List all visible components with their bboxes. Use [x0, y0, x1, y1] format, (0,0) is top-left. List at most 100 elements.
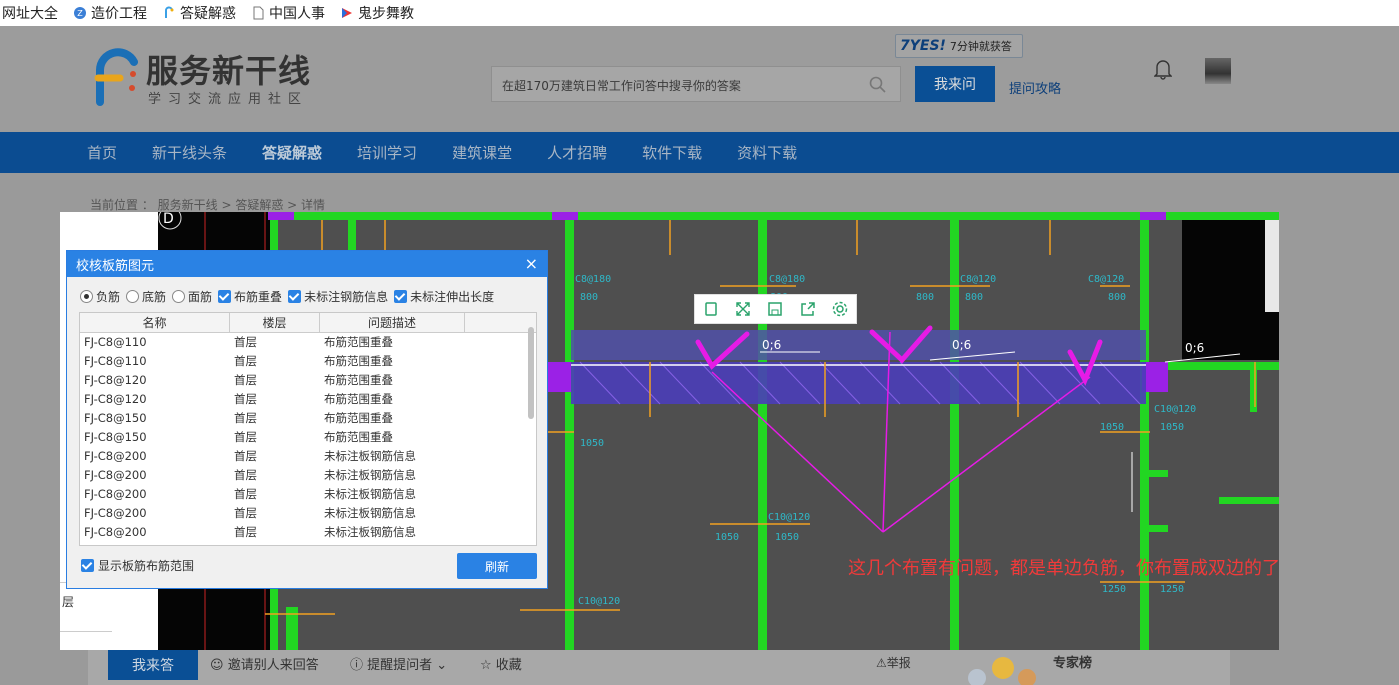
- tips-link[interactable]: 提问攻略: [1009, 78, 1061, 97]
- report-link[interactable]: ⚠举报: [876, 654, 911, 671]
- search-input[interactable]: 在超170万建筑日常工作问答中搜寻你的答案: [491, 66, 901, 102]
- row-floor: 首层: [234, 468, 257, 482]
- bell-icon[interactable]: [1154, 58, 1172, 80]
- rebar-mark: 0;6: [952, 338, 971, 352]
- row-floor: 首层: [234, 525, 257, 539]
- rebar-mark: 0;6: [1185, 341, 1204, 355]
- check-rebar-dialog: 校核板筋图元 × 负筋 底筋 面筋 布筋重叠 未标注钢筋信息 未标注伸出长度 名…: [66, 250, 548, 589]
- rebar-label: C8@180: [769, 274, 805, 285]
- tablet-icon[interactable]: [703, 301, 719, 317]
- row-name: FJ-C8@120: [84, 373, 147, 387]
- rebar-label: C10@120: [578, 596, 620, 607]
- view-toolbar: [694, 294, 857, 324]
- bookmark-item[interactable]: 答疑解惑: [162, 3, 236, 23]
- search-placeholder: 在超170万建筑日常工作问答中搜寻你的答案: [502, 79, 741, 93]
- radio-bottom[interactable]: [126, 290, 140, 303]
- row-issue: 未标注板钢筋信息: [324, 468, 416, 482]
- svg-text:Z: Z: [77, 9, 83, 18]
- table-row[interactable]: FJ-C8@120 首层 布筋范围重叠: [80, 390, 536, 409]
- table-row[interactable]: FJ-C8@110 首层 布筋范围重叠: [80, 352, 536, 371]
- checkbox-show-range[interactable]: [81, 559, 94, 572]
- row-issue: 未标注板钢筋信息: [324, 506, 416, 520]
- bookmark-item[interactable]: 网址大全: [2, 3, 58, 23]
- radio-top[interactable]: [172, 290, 186, 303]
- nav-item-home[interactable]: 首页: [87, 142, 117, 163]
- refresh-button[interactable]: 刷新: [457, 553, 537, 579]
- bookmark-item[interactable]: 中国人事: [251, 3, 325, 23]
- star-icon: ☆: [480, 658, 492, 673]
- dimension-label: 800: [916, 292, 934, 303]
- avatar[interactable]: [1205, 58, 1231, 84]
- annotation-text: 这几个布置有问题，都是单边负筋，你布置成双边的了: [848, 558, 1280, 579]
- table-row[interactable]: FJ-C8@110 首层 布筋范围重叠: [80, 333, 536, 352]
- colorful-f-icon: [165, 6, 174, 18]
- show-range-option[interactable]: 显示板筋布筋范围: [81, 557, 194, 574]
- row-floor: 首层: [234, 487, 257, 501]
- dimension-label: 1250: [1102, 584, 1126, 595]
- bookmark-item[interactable]: 鬼步舞教: [340, 3, 414, 23]
- table-row[interactable]: FJ-C8@200 首层 未标注板钢筋信息: [80, 466, 536, 485]
- nav-item-software[interactable]: 软件下载: [642, 142, 702, 163]
- main-nav: 首页 新干线头条 答疑解惑 培训学习 建筑课堂 人才招聘 软件下载 资料下载: [0, 132, 1399, 173]
- dimension-label: 1050: [775, 532, 799, 543]
- logo-mark-icon: [94, 48, 138, 106]
- row-name: FJ-C8@110: [84, 335, 147, 349]
- site-header: 服务新干线 学习交流应用社区 7YES! 7分钟就获答 在超170万建筑日常工作…: [0, 26, 1399, 132]
- promo-brand: 7YES!: [900, 38, 946, 54]
- search-icon[interactable]: [869, 76, 886, 93]
- dialog-titlebar[interactable]: 校核板筋图元 ×: [67, 251, 547, 277]
- table-row[interactable]: FJ-C8@200 首层 未标注板钢筋信息: [80, 485, 536, 504]
- ask-button[interactable]: 我来问: [915, 66, 995, 102]
- nav-item-resources[interactable]: 资料下载: [737, 142, 797, 163]
- nav-item-training[interactable]: 培训学习: [357, 142, 417, 163]
- site-logo[interactable]: 服务新干线 学习交流应用社区: [88, 44, 318, 110]
- dimension-label: 1250: [1160, 584, 1184, 595]
- rebar-label: C10@120: [768, 512, 810, 523]
- page-icon: [253, 6, 264, 20]
- collect-link[interactable]: ☆ 收藏: [480, 654, 522, 673]
- close-icon[interactable]: ×: [525, 254, 538, 273]
- dialog-title: 校核板筋图元: [76, 258, 155, 274]
- remind-link[interactable]: ⓘ 提醒提问者 ⌄: [350, 654, 447, 673]
- row-name: FJ-C8@200: [84, 506, 147, 520]
- nav-item-headlines[interactable]: 新干线头条: [152, 142, 227, 163]
- fullscreen-icon[interactable]: [735, 301, 751, 317]
- table-row[interactable]: FJ-C8@200 首层 未标注板钢筋信息: [80, 523, 536, 542]
- save-icon[interactable]: [767, 301, 783, 317]
- answer-button[interactable]: 我来答: [108, 650, 198, 680]
- table-row[interactable]: FJ-C8@200 首层 未标注板钢筋信息: [80, 504, 536, 523]
- column-name[interactable]: 名称: [80, 313, 230, 332]
- table-row[interactable]: FJ-C8@200 首层 未标注板钢筋信息: [80, 447, 536, 466]
- bookmark-item[interactable]: Z 造价工程: [73, 3, 147, 23]
- nav-item-classroom[interactable]: 建筑课堂: [452, 142, 512, 163]
- radio-negative[interactable]: [80, 290, 93, 303]
- dimension-label: 800: [1108, 292, 1126, 303]
- promo-badge[interactable]: 7YES! 7分钟就获答: [895, 34, 1023, 58]
- share-icon[interactable]: [800, 301, 816, 317]
- table-row[interactable]: FJ-C8@120 首层 布筋范围重叠: [80, 371, 536, 390]
- info-icon: ⓘ: [350, 658, 364, 673]
- row-floor: 首层: [234, 335, 257, 349]
- checkbox-no-length[interactable]: [394, 290, 408, 303]
- column-floor[interactable]: 楼层: [230, 313, 320, 332]
- row-floor: 首层: [234, 411, 257, 425]
- nav-item-jobs[interactable]: 人才招聘: [547, 142, 607, 163]
- video-icon: [342, 8, 352, 18]
- scrollbar[interactable]: [528, 327, 534, 419]
- warning-icon: ⚠: [876, 656, 887, 670]
- table-row[interactable]: FJ-C8@150 首层 布筋范围重叠: [80, 428, 536, 447]
- dimension-label: 800: [965, 292, 983, 303]
- issue-table[interactable]: 名称 楼层 问题描述 FJ-C8@110 首层 布筋范围重叠 FJ-C8@110 首层布…: [79, 312, 537, 546]
- column-issue[interactable]: 问题描述: [320, 313, 465, 332]
- row-name: FJ-C8@200: [84, 468, 147, 482]
- gear-icon[interactable]: [832, 301, 848, 317]
- row-floor: 首层: [234, 354, 257, 368]
- nav-item-qa[interactable]: 答疑解惑: [262, 142, 322, 163]
- table-row[interactable]: FJ-C8@150 首层 布筋范围重叠: [80, 409, 536, 428]
- checkbox-no-info[interactable]: [288, 290, 302, 303]
- checkbox-overlap[interactable]: [218, 290, 232, 303]
- medal-icon: [968, 657, 1036, 685]
- rebar-label: C8@120: [960, 274, 996, 285]
- dimension-label: 1050: [580, 438, 604, 449]
- invite-link[interactable]: ☺ 邀请别人来回答: [210, 654, 319, 673]
